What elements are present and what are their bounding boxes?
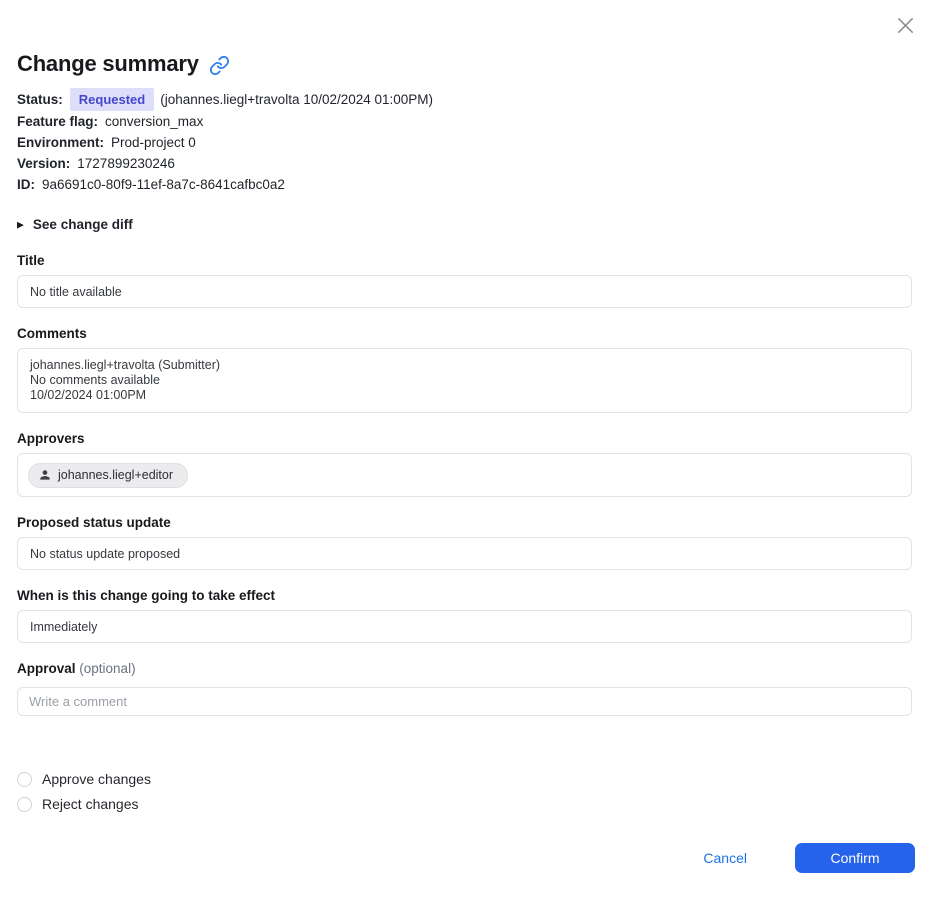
- environment-label: Environment:: [17, 135, 105, 150]
- change-summary-dialog: Change summary Status: Requested (johann…: [0, 0, 929, 906]
- title-section-label: Title: [17, 253, 45, 268]
- radio-circle-icon: [17, 796, 32, 812]
- chevron-right-icon: ▶: [17, 219, 24, 230]
- dialog-header: Change summary: [17, 0, 912, 78]
- approver-chip: johannes.liegl+editor: [28, 462, 189, 488]
- id-label: ID:: [17, 177, 35, 192]
- comment-timestamp-line: 10/02/2024 01:00PM: [30, 388, 147, 402]
- approvers-section-label: Approvers: [17, 431, 85, 446]
- feature-flag-label: Feature flag:: [17, 114, 99, 129]
- effect-section-label: When is this change going to take effect: [17, 588, 276, 603]
- approve-changes-radio[interactable]: Approve changes: [17, 769, 912, 789]
- approval-label-text: Approval: [17, 661, 76, 676]
- comments-display-box: johannes.liegl+travolta (Submitter) No c…: [17, 348, 912, 413]
- radio-circle-icon: [17, 771, 32, 787]
- approve-changes-label: Approve changes: [42, 771, 151, 787]
- comment-submitter-line: johannes.liegl+travolta (Submitter): [30, 358, 221, 372]
- reject-changes-label: Reject changes: [42, 796, 139, 812]
- approvers-display-box: johannes.liegl+editor: [17, 453, 912, 497]
- version-value: 1727899230246: [77, 156, 175, 171]
- status-detail: (johannes.liegl+travolta 10/02/2024 01:0…: [160, 92, 434, 107]
- permalink-icon[interactable]: [209, 55, 230, 76]
- status-badge: Requested: [69, 88, 155, 111]
- id-value: 9a6691c0-80f9-11ef-8a7c-8641cafbc0a2: [42, 177, 285, 192]
- close-button[interactable]: [892, 12, 918, 38]
- proposed-status-section-label: Proposed status update: [17, 515, 171, 530]
- close-icon: [894, 14, 917, 37]
- page-title: Change summary: [17, 51, 199, 76]
- confirm-button[interactable]: Confirm: [795, 843, 915, 873]
- feature-flag-row: Feature flag: conversion_max: [17, 111, 912, 132]
- feature-flag-value: conversion_max: [105, 114, 204, 129]
- decision-radio-group: Approve changes Reject changes: [17, 769, 912, 814]
- metadata-list: Status: Requested (johannes.liegl+travol…: [17, 88, 912, 195]
- cancel-button[interactable]: Cancel: [703, 850, 747, 866]
- reject-changes-radio[interactable]: Reject changes: [17, 794, 912, 814]
- comments-section-label: Comments: [17, 326, 87, 341]
- effect-value: Immediately: [30, 619, 98, 634]
- id-row: ID: 9a6691c0-80f9-11ef-8a7c-8641cafbc0a2: [17, 174, 912, 195]
- environment-value: Prod-project 0: [111, 135, 196, 150]
- version-label: Version:: [17, 156, 71, 171]
- status-row: Status: Requested (johannes.liegl+travol…: [17, 88, 912, 111]
- see-change-diff-label: See change diff: [32, 217, 133, 232]
- approval-section-label: Approval (optional): [17, 662, 912, 676]
- person-icon: [38, 468, 52, 482]
- approver-chip-label: johannes.liegl+editor: [58, 468, 174, 482]
- dialog-footer: Cancel Confirm: [703, 843, 915, 873]
- see-change-diff-toggle[interactable]: ▶ See change diff: [17, 217, 912, 233]
- proposed-status-display-box: No status update proposed: [17, 537, 912, 570]
- comment-body-line: No comments available: [30, 373, 160, 387]
- version-row: Version: 1727899230246: [17, 153, 912, 174]
- status-label: Status:: [17, 92, 63, 107]
- effect-display-box: Immediately: [17, 610, 912, 643]
- title-display-box: No title available: [17, 275, 912, 308]
- approval-comment-input[interactable]: [17, 687, 912, 716]
- proposed-status-value: No status update proposed: [30, 546, 181, 561]
- title-value: No title available: [30, 284, 122, 299]
- approval-optional-text: (optional): [79, 661, 136, 676]
- environment-row: Environment: Prod-project 0: [17, 132, 912, 153]
